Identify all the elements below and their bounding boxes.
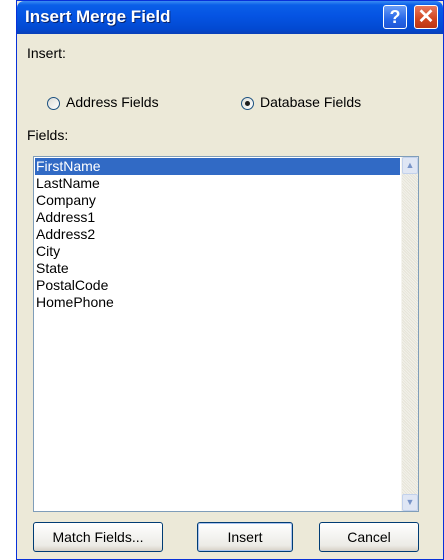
list-item[interactable]: City [35,243,400,260]
title-bar[interactable]: Insert Merge Field ? ✕ [17,1,443,34]
list-item[interactable]: LastName [35,175,400,192]
insert-merge-field-dialog: Insert Merge Field ? ✕ Insert: Address F… [16,0,444,560]
fields-list: FirstName LastName Company Address1 Addr… [35,158,400,311]
list-item[interactable]: PostalCode [35,277,400,294]
database-fields-radio-icon[interactable] [241,97,254,110]
help-icon: ? [389,7,401,27]
scroll-down-button[interactable]: ▼ [402,494,418,511]
cancel-button[interactable]: Cancel [319,522,419,552]
list-item[interactable]: State [35,260,400,277]
help-button[interactable]: ? [383,5,407,29]
insert-label: Insert: [27,45,66,61]
list-item[interactable]: HomePhone [35,294,400,311]
dialog-title: Insert Merge Field [25,7,171,26]
address-fields-radio-icon[interactable] [47,97,60,110]
close-icon: ✕ [417,6,435,28]
list-item[interactable]: Address2 [35,226,400,243]
list-item[interactable]: Address1 [35,209,400,226]
list-item[interactable]: FirstName [35,158,400,175]
list-item[interactable]: Company [35,192,400,209]
address-fields-label[interactable]: Address Fields [66,94,159,110]
match-fields-button[interactable]: Match Fields... [33,522,163,552]
insert-button[interactable]: Insert [197,522,293,552]
fields-listbox[interactable]: FirstName LastName Company Address1 Addr… [33,156,419,512]
close-button[interactable]: ✕ [414,5,438,29]
vertical-scrollbar[interactable]: ▲ ▼ [401,157,418,511]
chevron-up-icon: ▲ [405,160,415,170]
chevron-down-icon: ▼ [405,497,415,507]
scroll-up-button[interactable]: ▲ [402,157,418,174]
database-fields-label[interactable]: Database Fields [260,94,361,110]
fields-label: Fields: [27,127,69,143]
